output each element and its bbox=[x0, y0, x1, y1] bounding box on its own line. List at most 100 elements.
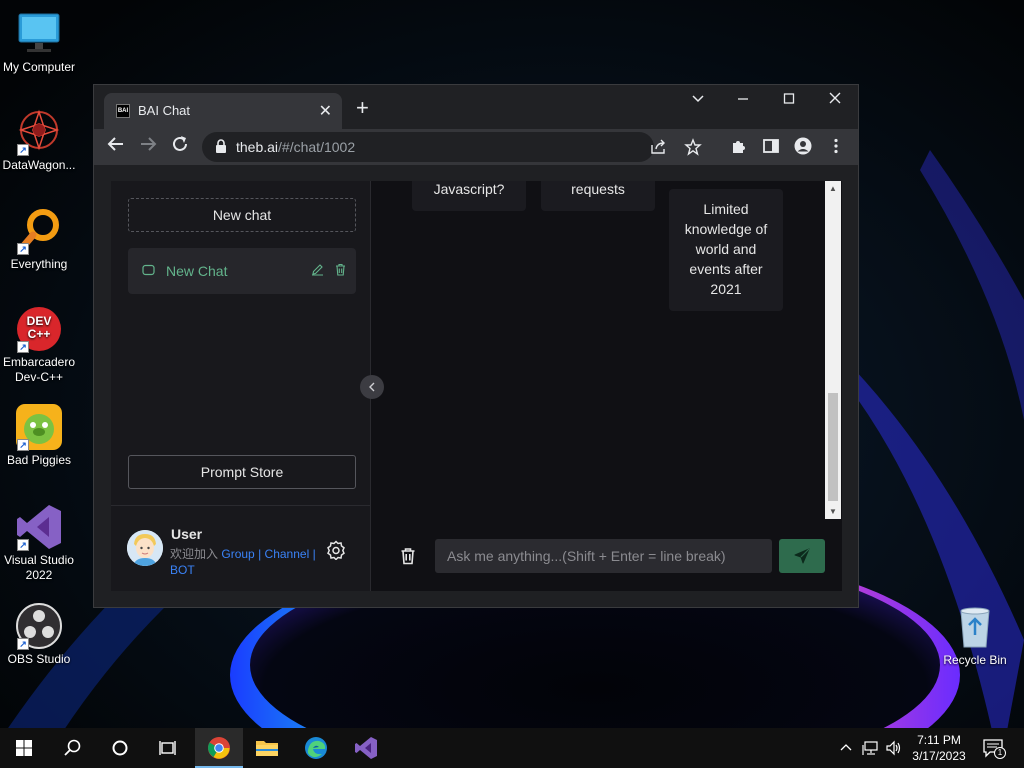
bookmark-star-icon[interactable] bbox=[684, 138, 704, 158]
desktop-icon-label: DataWagon... bbox=[2, 158, 76, 172]
start-button[interactable] bbox=[0, 728, 48, 768]
show-hidden-icons-chevron-icon[interactable] bbox=[838, 740, 854, 761]
new-chat-button[interactable]: New chat bbox=[128, 198, 356, 232]
edge-icon bbox=[305, 737, 327, 759]
taskbar-edge[interactable] bbox=[292, 728, 340, 768]
desktop-icon-bad-piggies[interactable]: ↗ Bad Piggies bbox=[0, 403, 78, 468]
prompt-store-button[interactable]: Prompt Store bbox=[128, 455, 356, 489]
back-arrow-icon[interactable] bbox=[107, 135, 125, 158]
user-name: User bbox=[171, 526, 203, 542]
suggestion-card: requests bbox=[541, 181, 655, 211]
notification-center-icon[interactable]: 1 bbox=[982, 738, 1006, 765]
maximize-button[interactable] bbox=[774, 91, 804, 110]
windows-logo-icon bbox=[16, 740, 32, 756]
reload-icon[interactable] bbox=[171, 135, 189, 158]
clock-date: 3/17/2023 bbox=[912, 749, 966, 763]
devcpp-icon: DEV C++ ↗ bbox=[15, 305, 63, 353]
taskbar-visual-studio[interactable] bbox=[342, 728, 390, 768]
share-icon[interactable] bbox=[650, 138, 670, 158]
desktop-icon-label: Recycle Bin bbox=[943, 653, 1007, 667]
task-view-icon bbox=[159, 741, 176, 755]
taskbar-chrome[interactable] bbox=[195, 728, 243, 768]
desktop-icon-visual-studio[interactable]: ↗ Visual Studio 2022 bbox=[0, 503, 78, 583]
system-clock[interactable]: 7:11 PM 3/17/2023 bbox=[906, 732, 972, 764]
close-tab-icon[interactable]: ✕ bbox=[319, 101, 332, 121]
user-description: 欢迎加入 Group | Channel | BOT bbox=[170, 546, 318, 578]
forward-arrow-icon[interactable] bbox=[139, 135, 157, 158]
page-content: New chat New Chat Prompt Store User 欢迎加入… bbox=[111, 181, 842, 591]
scroll-down-arrow-icon[interactable]: ▼ bbox=[825, 507, 841, 516]
desktop-icon-label: Bad Piggies bbox=[6, 453, 72, 467]
clock-time: 7:11 PM bbox=[917, 733, 961, 747]
user-panel: User 欢迎加入 Group | Channel | BOT bbox=[111, 505, 371, 591]
avatar[interactable] bbox=[127, 530, 163, 566]
side-panel-icon[interactable] bbox=[762, 137, 782, 157]
address-bar[interactable]: theb.ai/#/chat/1002 bbox=[202, 132, 702, 162]
computer-icon bbox=[15, 10, 63, 58]
desktop-icon-label: Embarcadero Dev-C++ bbox=[2, 355, 76, 384]
link-separator: | bbox=[258, 547, 262, 561]
obs-studio-icon: ↗ bbox=[15, 602, 63, 650]
shortcut-arrow-icon: ↗ bbox=[17, 341, 29, 353]
network-icon[interactable] bbox=[862, 740, 880, 761]
taskbar: 7:11 PM 3/17/2023 1 bbox=[0, 728, 1024, 768]
channel-link[interactable]: Channel bbox=[265, 547, 310, 561]
search-button[interactable] bbox=[48, 728, 96, 768]
send-button[interactable] bbox=[779, 539, 825, 573]
datawagon-icon: ↗ bbox=[15, 108, 63, 156]
chat-message-input[interactable] bbox=[435, 539, 772, 573]
shortcut-arrow-icon: ↗ bbox=[17, 539, 29, 551]
lock-icon[interactable] bbox=[214, 138, 228, 159]
send-arrow-icon bbox=[794, 548, 810, 564]
chat-list-item[interactable]: New Chat bbox=[128, 248, 356, 294]
settings-gear-icon[interactable] bbox=[326, 540, 346, 561]
task-view-button[interactable] bbox=[144, 728, 192, 768]
desktop-icon-devcpp[interactable]: DEV C++ ↗ Embarcadero Dev-C++ bbox=[0, 305, 78, 385]
desktop-icon-obs-studio[interactable]: ↗ OBS Studio bbox=[0, 602, 78, 667]
browser-tab-bai-chat[interactable]: BAI BAI Chat ✕ bbox=[104, 93, 342, 129]
desktop-icon-label: OBS Studio bbox=[7, 652, 71, 666]
cortana-button[interactable] bbox=[96, 728, 144, 768]
trash-icon[interactable] bbox=[334, 263, 347, 281]
devcpp-logo-text: DEV C++ bbox=[26, 314, 52, 341]
search-icon bbox=[64, 739, 81, 756]
extensions-puzzle-icon[interactable] bbox=[730, 137, 750, 157]
desktop-icon-my-computer[interactable]: My Computer bbox=[0, 10, 78, 75]
shortcut-arrow-icon: ↗ bbox=[17, 144, 29, 156]
menu-kebab-icon[interactable] bbox=[827, 137, 847, 157]
bot-link[interactable]: BOT bbox=[170, 563, 195, 577]
collapse-sidebar-button[interactable] bbox=[360, 375, 384, 399]
cortana-circle-icon bbox=[112, 740, 128, 756]
url-path: /#/chat/1002 bbox=[278, 139, 356, 155]
shortcut-arrow-icon: ↗ bbox=[17, 243, 29, 255]
new-tab-button[interactable]: + bbox=[356, 97, 369, 119]
browser-window: BAI BAI Chat ✕ + theb.ai/#/chat/1002 New… bbox=[93, 84, 859, 608]
limitation-card-text: Limited knowledge of world and events af… bbox=[684, 201, 768, 297]
clear-chat-trash-icon[interactable] bbox=[399, 547, 417, 565]
profile-icon[interactable] bbox=[794, 137, 814, 157]
url-host: theb.ai bbox=[236, 139, 279, 155]
suggestion-card-text: requests bbox=[571, 181, 625, 197]
scroll-up-arrow-icon[interactable]: ▲ bbox=[825, 184, 841, 193]
scrollbar-thumb[interactable] bbox=[828, 393, 838, 501]
desktop-icon-datawagon[interactable]: ↗ DataWagon... bbox=[0, 108, 78, 173]
folder-icon bbox=[256, 741, 278, 756]
desktop-icon-label: My Computer bbox=[2, 60, 76, 74]
notification-count-badge: 1 bbox=[994, 747, 1006, 759]
taskbar-file-explorer[interactable] bbox=[243, 728, 291, 768]
scrollbar[interactable]: ▲ ▼ bbox=[825, 181, 841, 519]
desktop-icon-everything[interactable]: ↗ Everything bbox=[0, 207, 78, 272]
limitation-card: Limited knowledge of world and events af… bbox=[669, 189, 783, 311]
tab-search-chevron-icon[interactable] bbox=[683, 91, 713, 110]
group-link[interactable]: Group bbox=[221, 547, 254, 561]
edit-pencil-icon[interactable] bbox=[311, 263, 324, 281]
desktop-icon-recycle-bin[interactable]: Recycle Bin bbox=[936, 603, 1014, 668]
shortcut-arrow-icon: ↗ bbox=[17, 638, 29, 650]
url-text: theb.ai/#/chat/1002 bbox=[236, 139, 355, 155]
minimize-button[interactable] bbox=[728, 91, 758, 110]
close-window-button[interactable] bbox=[820, 91, 850, 110]
bad-piggies-icon: ↗ bbox=[15, 403, 63, 451]
chat-item-title: New Chat bbox=[166, 263, 228, 279]
chrome-icon bbox=[208, 737, 230, 759]
volume-icon[interactable] bbox=[885, 740, 903, 761]
